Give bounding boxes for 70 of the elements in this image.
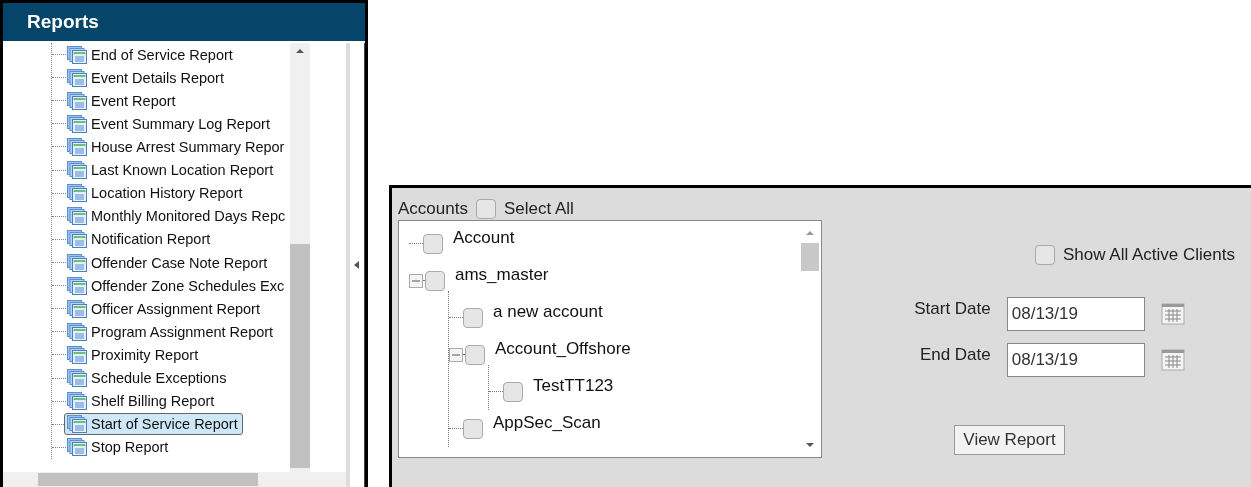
- report-item[interactable]: House Arrest Summary Repor: [64, 136, 290, 158]
- report-icon: [67, 392, 87, 411]
- report-icon: [67, 415, 87, 434]
- report-item[interactable]: Officer Assignment Report: [64, 297, 265, 320]
- report-icon: [67, 438, 87, 457]
- splitter[interactable]: [346, 43, 365, 487]
- report-icon: [67, 276, 87, 295]
- report-item[interactable]: End of Service Report: [64, 43, 238, 66]
- tree-item[interactable]: TestTT123: [533, 375, 614, 396]
- report-item[interactable]: Schedule Exceptions: [64, 367, 232, 390]
- checkbox[interactable]: [465, 344, 485, 365]
- vertical-scrollbar[interactable]: [290, 43, 311, 472]
- accounts-label: Accounts: [398, 199, 468, 219]
- report-icon: [67, 299, 87, 318]
- report-item[interactable]: Event Report: [64, 89, 181, 112]
- tree-item[interactable]: AppSec_Scan: [493, 412, 601, 433]
- collapse-icon[interactable]: [409, 273, 423, 288]
- report-icon: [67, 322, 87, 341]
- scroll-down-icon[interactable]: [805, 441, 815, 449]
- report-item[interactable]: Stop Report: [64, 436, 174, 459]
- report-icon: [67, 91, 87, 110]
- calendar-icon[interactable]: [1160, 303, 1185, 325]
- checkbox[interactable]: [475, 199, 496, 219]
- scroll-up-icon[interactable]: [805, 229, 815, 237]
- report-icon: [67, 345, 87, 364]
- report-icon: [67, 68, 87, 87]
- report-icon: [67, 230, 87, 249]
- checkbox[interactable]: [463, 307, 483, 328]
- report-item[interactable]: Monthly Monitored Days Repc: [64, 205, 291, 228]
- scroll-thumb[interactable]: [801, 243, 819, 271]
- horizontal-scrollbar[interactable]: [3, 472, 346, 487]
- report-icon: [67, 114, 87, 133]
- panel-title: Reports: [3, 3, 365, 43]
- report-icon: [67, 207, 87, 226]
- view-report-button[interactable]: View Report: [954, 425, 1065, 455]
- start-date-field[interactable]: 08/13/19: [1006, 297, 1145, 331]
- collapse-arrow-icon[interactable]: [354, 261, 360, 269]
- report-icon: [67, 161, 87, 180]
- checkbox-label[interactable]: Show All Active Clients: [1063, 245, 1235, 265]
- report-item[interactable]: Start of Service Report: [64, 413, 243, 436]
- checkbox[interactable]: [463, 418, 483, 439]
- report-item[interactable]: Offender Case Note Report: [64, 251, 273, 274]
- select-all-label[interactable]: Select All: [503, 199, 574, 219]
- report-item[interactable]: Event Details Report: [64, 66, 229, 89]
- end-date-field[interactable]: 08/13/19: [1006, 343, 1145, 377]
- tree-item[interactable]: a new account: [493, 301, 603, 322]
- checkbox[interactable]: [425, 270, 445, 291]
- checkbox[interactable]: [1035, 245, 1056, 265]
- calendar-icon[interactable]: [1160, 349, 1185, 371]
- report-item[interactable]: Shelf Billing Report: [64, 390, 220, 413]
- report-item[interactable]: Proximity Report: [64, 343, 204, 366]
- report-icon: [67, 369, 87, 388]
- report-icon: [67, 138, 87, 156]
- report-icon: [67, 184, 87, 203]
- tree-item[interactable]: Account: [453, 227, 515, 248]
- end-date-label: End Date: [918, 345, 991, 365]
- report-item[interactable]: Offender Zone Schedules Exc: [64, 274, 290, 297]
- start-date-label: Start Date: [914, 299, 991, 319]
- report-item[interactable]: Event Summary Log Report: [64, 112, 275, 135]
- checkbox[interactable]: [503, 381, 523, 402]
- report-icon: [67, 45, 87, 64]
- checkbox[interactable]: [423, 233, 443, 254]
- tree-item[interactable]: Account_Offshore: [495, 338, 631, 359]
- report-item[interactable]: Notification Report: [64, 228, 216, 251]
- report-item[interactable]: Program Assignment Report: [64, 320, 279, 343]
- report-item[interactable]: Location History Report: [64, 182, 248, 205]
- collapse-icon[interactable]: [449, 347, 463, 362]
- tree-item[interactable]: ams_master: [455, 264, 549, 285]
- report-icon: [67, 253, 87, 272]
- report-item[interactable]: Last Known Location Report: [64, 159, 279, 182]
